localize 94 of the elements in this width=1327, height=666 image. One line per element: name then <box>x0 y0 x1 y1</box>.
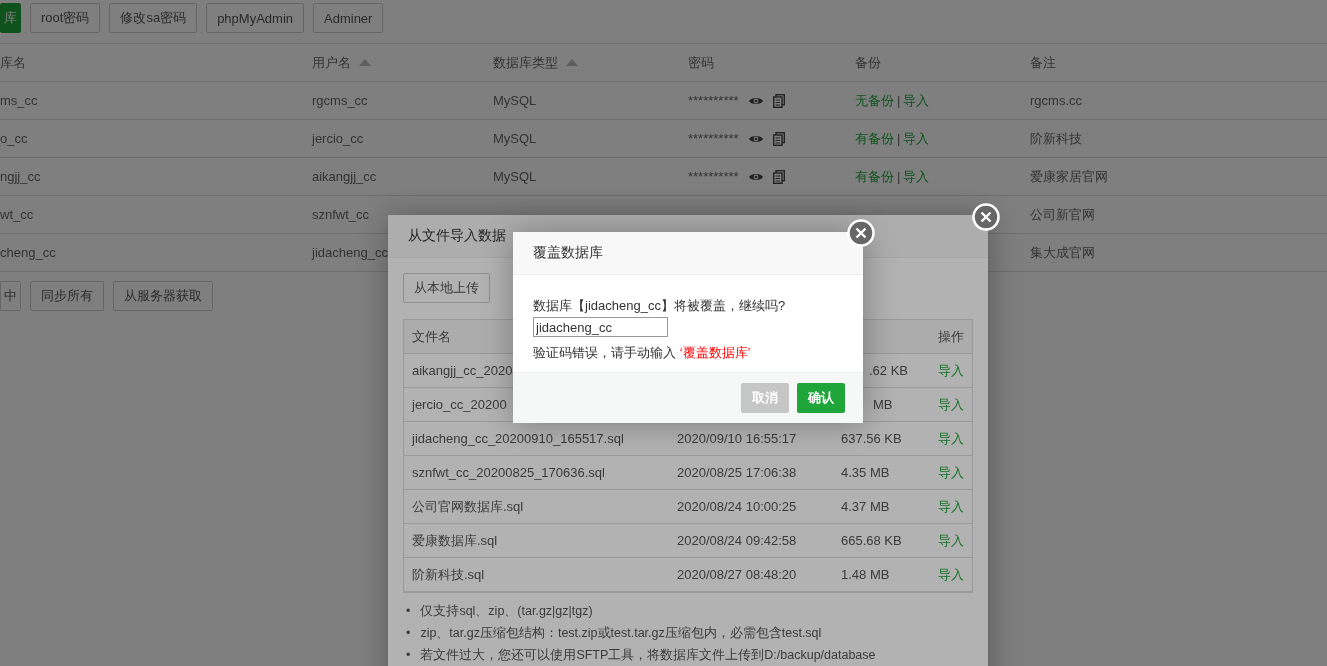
file-size: 665.68 KB <box>841 533 902 548</box>
file-time: 2020/08/27 08:48:20 <box>677 567 797 582</box>
password-mask: ********** <box>688 93 739 108</box>
dialog-title: 覆盖数据库 <box>533 244 603 262</box>
action-button[interactable]: 中 <box>0 281 21 311</box>
bullet-mark: • <box>406 603 411 619</box>
file-time: 2020/08/25 17:06:38 <box>677 465 797 480</box>
file-size: 4.37 MB <box>841 499 890 514</box>
import-link[interactable]: 导入 <box>938 463 964 482</box>
table-cell: wt_cc <box>0 207 34 222</box>
password-mask: ********** <box>688 169 739 184</box>
import-link[interactable]: 导入 <box>938 361 964 380</box>
separator: | <box>897 93 901 108</box>
file-time: 2020/09/10 16:55:17 <box>677 431 797 446</box>
column-header: 文件名 <box>412 327 451 346</box>
backup-link[interactable]: 有备份 <box>855 129 894 148</box>
sort-arrow-icon <box>359 59 371 66</box>
file-name: 爱康数据库.sql <box>412 531 498 550</box>
table-cell: MySQL <box>493 93 537 108</box>
bullet-mark: • <box>406 647 411 663</box>
note-text: 若文件过大，您还可以使用SFTP工具，将数据库文件上传到D:/backup/database <box>420 647 876 663</box>
import-link[interactable]: 导入 <box>938 565 964 584</box>
table-cell: cheng_cc <box>0 245 56 260</box>
column-header: 操作 <box>938 327 964 346</box>
table-cell: o_cc <box>0 131 28 146</box>
sort-arrow-icon <box>566 59 578 66</box>
dialog-title: 从文件导入数据 <box>408 227 506 245</box>
column-header: 备份 <box>855 53 881 72</box>
table-cell: rgcms.cc <box>1030 93 1082 108</box>
toolbar-button[interactable]: 修改sa密码 <box>109 3 198 33</box>
import-link[interactable]: 导入 <box>903 91 930 110</box>
table-cell: MySQL <box>493 169 537 184</box>
table-cell: 阶新科技 <box>1030 129 1082 148</box>
note-text: 仅支持sql、zip、(tar.gz|gz|tgz) <box>420 603 593 619</box>
file-name: jercio_cc_20200 <box>412 397 507 412</box>
eye-icon[interactable] <box>748 133 763 144</box>
file-name: jidacheng_cc_20200910_165517.sql <box>412 431 624 446</box>
error-message: 验证码错误，请手动输入 ‘覆盖数据库’ <box>533 344 752 362</box>
separator: | <box>897 169 901 184</box>
import-link[interactable]: 导入 <box>903 167 930 186</box>
confirm-message: 数据库【jidacheng_cc】将被覆盖，继续吗? <box>533 297 787 315</box>
upload-button[interactable]: 从本地上传 <box>403 273 490 303</box>
copy-icon[interactable] <box>772 131 785 146</box>
import-link[interactable]: 导入 <box>903 129 930 148</box>
column-header: 备注 <box>1030 53 1056 72</box>
import-link[interactable]: 导入 <box>938 531 964 550</box>
file-name: 阶新科技.sql <box>412 565 485 584</box>
file-name: aikangjj_cc_2020 <box>412 363 513 378</box>
input-field[interactable]: jidacheng_cc <box>533 317 668 337</box>
file-name: sznfwt_cc_20200825_170636.sql <box>412 465 605 480</box>
table-cell: 集大成官网 <box>1030 243 1095 262</box>
separator: | <box>897 131 901 146</box>
backup-link[interactable]: 有备份 <box>855 167 894 186</box>
import-link[interactable]: 导入 <box>938 395 964 414</box>
confirm-button[interactable]: 确认 <box>797 383 845 413</box>
note-text: zip、tar.gz压缩包结构：test.zip或test.tar.gz压缩包内，必需包含test.sql <box>420 625 822 641</box>
close-icon[interactable] <box>972 203 1000 231</box>
import-link[interactable]: 导入 <box>938 497 964 516</box>
eye-icon[interactable] <box>748 171 763 182</box>
table-cell: sznfwt_cc <box>312 207 370 222</box>
password-mask: ********** <box>688 131 739 146</box>
copy-icon[interactable] <box>772 93 785 108</box>
column-header[interactable]: 数据库类型 <box>493 53 578 72</box>
toolbar-button[interactable]: 库 <box>0 3 21 33</box>
backup-link[interactable]: 无备份 <box>855 91 894 110</box>
file-time: 2020/08/24 09:42:58 <box>677 533 797 548</box>
import-link[interactable]: 导入 <box>938 429 964 448</box>
column-header[interactable]: 用户名 <box>312 53 371 72</box>
eye-icon[interactable] <box>748 95 763 106</box>
column-header: 库名 <box>0 53 26 72</box>
file-time: 2020/08/24 10:00:25 <box>677 499 797 514</box>
table-cell: MySQL <box>493 131 537 146</box>
table-cell: 公司新官网 <box>1030 205 1095 224</box>
action-button[interactable]: 同步所有 <box>30 281 104 311</box>
column-header: 密码 <box>688 53 714 72</box>
table-cell: 爱康家居官网 <box>1030 167 1108 186</box>
toolbar-button[interactable]: root密码 <box>30 3 101 33</box>
toolbar-button[interactable]: Adminer <box>313 3 384 33</box>
table-cell: aikangjj_cc <box>312 169 377 184</box>
copy-icon[interactable] <box>772 169 785 184</box>
file-size: .62 KB <box>869 363 909 378</box>
toolbar-button[interactable]: phpMyAdmin <box>206 3 304 33</box>
file-name: 公司官网数据库.sql <box>412 497 524 516</box>
file-size: 1.48 MB <box>841 567 890 582</box>
table-cell: jidacheng_cc <box>312 245 388 260</box>
file-size: 637.56 KB <box>841 431 902 446</box>
bullet-mark: • <box>406 625 411 641</box>
table-cell: ms_cc <box>0 93 38 108</box>
file-size: 4.35 MB <box>841 465 890 480</box>
table-cell: ngjj_cc <box>0 169 41 184</box>
table-cell: rgcms_cc <box>312 93 368 108</box>
file-size: MB <box>873 397 893 412</box>
table-cell: jercio_cc <box>312 131 364 146</box>
action-button[interactable]: 从服务器获取 <box>113 281 213 311</box>
